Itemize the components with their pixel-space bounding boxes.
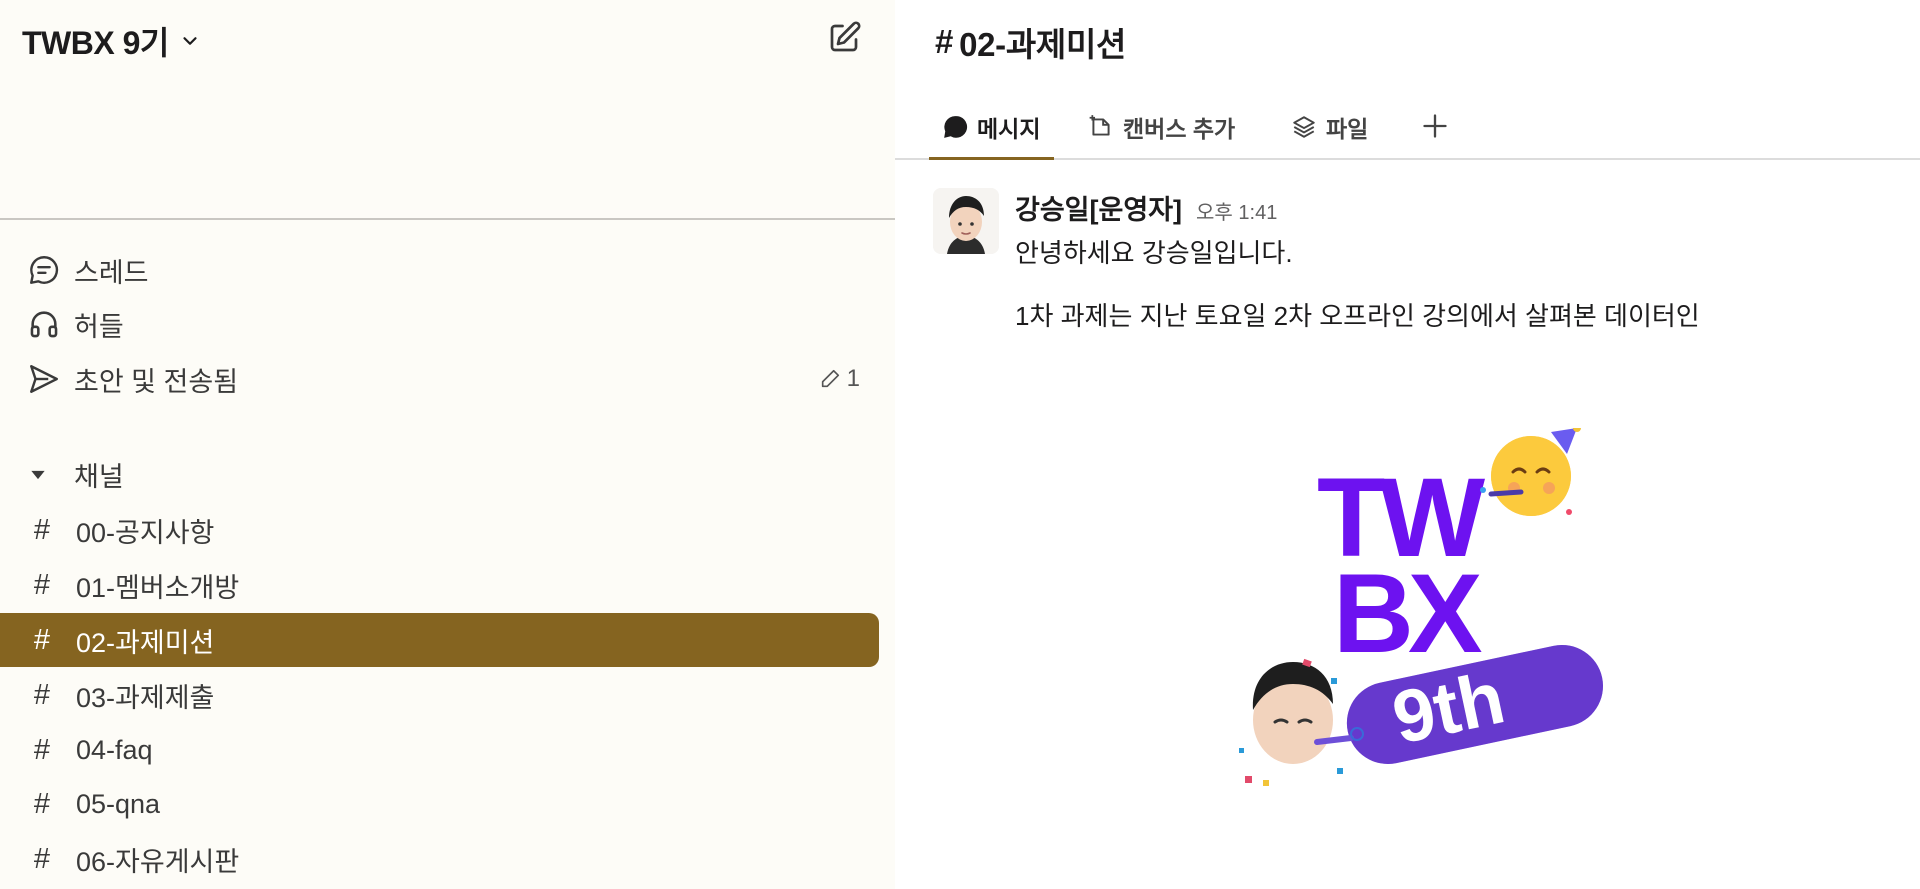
tab-messages[interactable]: 메시지 [928, 96, 1056, 160]
drafts-count: 1 [846, 365, 860, 392]
message-icon [941, 113, 969, 141]
nav-threads-label: 스레드 [74, 257, 149, 288]
message-header: 강승일[운영자] 오후 1:41 [1015, 188, 1895, 227]
channel-name: 05-qna [76, 788, 161, 819]
channel-title[interactable]: # 02-과제미션 [935, 18, 1126, 66]
drafts-count-badge: 1 [819, 365, 860, 393]
files-icon [1290, 113, 1318, 141]
nav-huddles-label: 허들 [74, 311, 124, 342]
channel-item[interactable]: # 04-faq [0, 723, 879, 777]
hash-icon: # [33, 787, 51, 820]
channel-name: 02-과제미션 [76, 627, 215, 658]
channel-item[interactable]: # 05-qna [0, 777, 879, 831]
twbx-banner-image[interactable]: TW BX 9th [1233, 424, 1613, 788]
memoji-avatar [1239, 658, 1364, 786]
chevron-down-icon [183, 37, 197, 45]
tab-files[interactable]: 파일 [1290, 96, 1368, 158]
banner-word-bx: BX [1333, 551, 1482, 676]
compose-button[interactable] [824, 18, 864, 58]
sidebar: TWBX 9기 스레드 허들 초안 및 전송됨 1 채널 # 00-공지사항 #… [0, 0, 895, 889]
channel-item[interactable]: # 03-과제제출 [0, 668, 879, 722]
nav-huddles[interactable]: 허들 [24, 302, 864, 346]
message-text-line: 안녕하세요 강승일입니다. [1015, 238, 1293, 268]
tab-add-canvas-label: 캔버스 추가 [1123, 116, 1236, 142]
hash-icon: # [33, 678, 51, 711]
hash-icon: # [33, 513, 51, 546]
caret-down-icon [31, 470, 45, 479]
channel-name: 06-자유게시판 [76, 846, 240, 877]
avatar[interactable] [933, 188, 999, 254]
workspace-switcher[interactable]: TWBX 9기 [22, 18, 201, 64]
sidebar-divider [0, 218, 895, 220]
channel-item[interactable]: # 01-멤버소개방 [0, 558, 879, 612]
channel-title-hash: # [935, 23, 954, 60]
channel-tabs: 메시지 캔버스 추가 파일 [895, 96, 1920, 160]
message-body: 강승일[운영자] 오후 1:41 안녕하세요 강승일입니다. 1차 과제는 지난… [1015, 188, 1895, 333]
channels-section-label: 채널 [74, 462, 124, 492]
pencil-icon [821, 369, 839, 388]
channel-title-text: 02-과제미션 [959, 26, 1127, 63]
tab-add-canvas[interactable]: 캔버스 추가 [1087, 96, 1235, 158]
hash-icon: # [33, 623, 51, 656]
nav-drafts[interactable]: 초안 및 전송됨 1 [24, 357, 864, 401]
add-tab-button[interactable] [1415, 106, 1455, 146]
thread-icon [24, 250, 64, 290]
channel-name: 00-공지사항 [76, 517, 215, 548]
nav-drafts-label: 초안 및 전송됨 [74, 366, 239, 397]
hash-icon: # [33, 733, 51, 766]
compose-icon [830, 21, 861, 52]
channel-view: # 02-과제미션 메시지 캔버스 추가 파일 강승일[운영자] 오후 1:41… [895, 0, 1920, 889]
channels-section-toggle[interactable]: 채널 [28, 455, 124, 494]
channel-name: 03-과제제출 [76, 682, 215, 713]
workspace-name: TWBX 9기 [22, 25, 169, 61]
tab-messages-label: 메시지 [977, 116, 1041, 142]
send-icon [24, 359, 64, 399]
message-text-line: 1차 과제는 지난 토요일 2차 오프라인 강의에서 살펴본 데이터인 [1015, 301, 1700, 331]
channel-name: 01-멤버소개방 [76, 572, 240, 603]
message-author[interactable]: 강승일[운영자] [1015, 188, 1182, 227]
channel-item[interactable]: # 06-자유게시판 [0, 832, 879, 886]
plus-icon [1423, 114, 1447, 138]
message-timestamp[interactable]: 오후 1:41 [1196, 196, 1277, 225]
canvas-icon [1087, 113, 1115, 141]
hash-icon: # [33, 842, 51, 875]
channel-name: 04-faq [76, 734, 153, 765]
nav-threads[interactable]: 스레드 [24, 248, 864, 292]
channel-item[interactable]: # 00-공지사항 [0, 503, 879, 557]
headphones-icon [24, 304, 64, 344]
tab-files-label: 파일 [1326, 116, 1369, 142]
channel-item-active[interactable]: # 02-과제미션 [0, 613, 879, 667]
hash-icon: # [33, 568, 51, 601]
party-face-emoji [1480, 424, 1581, 516]
